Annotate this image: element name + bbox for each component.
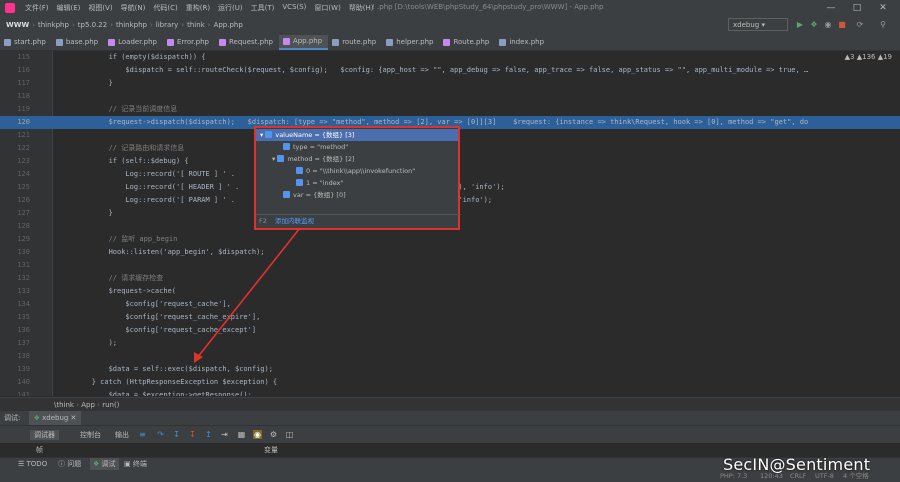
frames-header: 帧 [36,446,43,454]
step-into-icon[interactable]: ↧ [172,430,181,439]
step-over-icon[interactable]: ↷ [156,430,165,439]
settings-icon[interactable]: ⚙ [269,430,278,439]
debug-tabs-bar: 调试器 控制台 输出 ≡ ↷ ↧ ↧ ↥ ⇥ ▦ ◉ ⚙ ◫ [0,425,900,444]
tool-todo-label: TODO [26,460,48,468]
tab-output[interactable]: 输出 [115,430,129,440]
code-breadcrumb: \think › App › run() [0,397,900,412]
variables-header: 变量 [264,446,278,454]
tool-terminal-label: 终端 [132,460,147,468]
debug-session-tab[interactable]: ❖ xdebug ✕ [28,411,82,425]
run-to-cursor-icon[interactable]: ⇥ [220,430,229,439]
step-out-icon[interactable]: ↥ [204,430,213,439]
crumb-class[interactable]: App [81,401,95,409]
watch-icon[interactable]: ◉ [253,430,262,439]
debug-label: 调试: [4,414,21,422]
show-execution-point-icon[interactable]: ≡ [138,430,147,439]
tab-debugger[interactable]: 调试器 [30,430,59,440]
crumb-namespace[interactable]: \think [54,401,74,409]
evaluate-expression-icon[interactable]: ▦ [237,430,246,439]
debug-session-label: xdebug [42,414,69,422]
tool-problems-label: 问题 [67,460,82,468]
crumb-method[interactable]: run() [102,401,119,409]
debug-panel-header: 调试: ❖ xdebug ✕ [0,411,900,425]
watermark: SecIN@Sentiment [723,455,871,474]
tab-console[interactable]: 控制台 [80,430,101,440]
restore-layout-icon[interactable]: ◫ [285,430,294,439]
force-step-into-icon[interactable]: ↧ [188,430,197,439]
tool-debug-label: 调试 [101,460,116,468]
